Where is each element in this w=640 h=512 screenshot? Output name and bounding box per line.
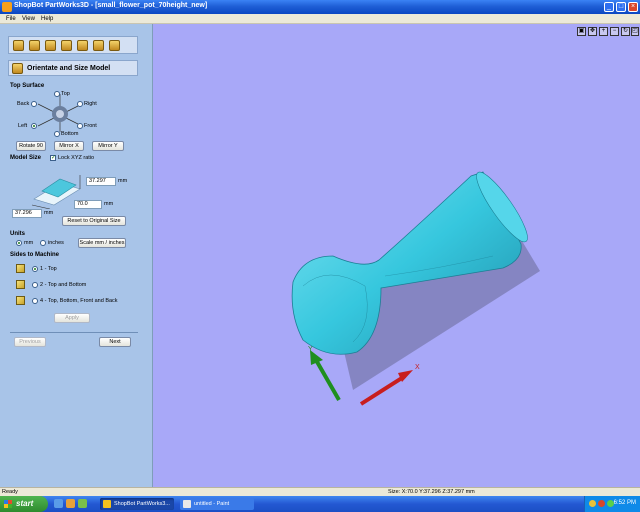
size-x-input[interactable]: 70.0	[74, 200, 102, 209]
paint-task-icon	[183, 500, 191, 508]
apply-button[interactable]: Apply	[54, 313, 90, 323]
top-surface-left-label: Left	[18, 123, 28, 129]
sides-4-radio[interactable]	[32, 298, 38, 304]
save-toolpath-icon[interactable]	[109, 40, 120, 51]
orientate-step-icon	[12, 63, 23, 74]
menu-view[interactable]: View	[22, 16, 35, 22]
reset-original-size-button[interactable]: Reset to Original Size	[62, 216, 126, 226]
quicklaunch-media-icon[interactable]	[66, 499, 75, 508]
status-size: Size: X:70.0 Y:37.296 Z:37.297 mm	[388, 489, 475, 495]
units-inches-label: inches	[48, 240, 64, 246]
orientate-icon[interactable]	[29, 40, 40, 51]
next-button[interactable]: Next	[99, 337, 131, 347]
sides-2-label: 2 - Top and Bottom	[40, 282, 87, 288]
start-button[interactable]: start	[0, 496, 48, 512]
y-axis-arrow	[314, 359, 341, 401]
sides-1-radio[interactable]	[32, 266, 38, 272]
top-surface-front-radio[interactable]	[77, 123, 83, 129]
roughing-icon[interactable]	[61, 40, 72, 51]
units-heading: Units	[10, 231, 25, 237]
top-surface-top-label: Top	[61, 91, 70, 97]
sides-1-label: 1 - Top	[40, 266, 57, 272]
menu-help[interactable]: Help	[41, 16, 53, 22]
lock-xyz-checkbox[interactable]: ✓	[50, 155, 56, 161]
y-axis-label: Y	[308, 346, 313, 353]
size-x-unit: mm	[104, 201, 114, 207]
mirror-y-button[interactable]: Mirror Y	[92, 141, 124, 151]
status-bar: Ready Size: X:70.0 Y:37.296 Z:37.297 mm	[0, 487, 640, 496]
sides-heading: Sides to Machine	[10, 252, 60, 258]
previous-button[interactable]: Previous	[14, 337, 46, 347]
app-icon	[2, 2, 12, 12]
quicklaunch-desktop-icon[interactable]	[78, 499, 87, 508]
top-surface-right-label: Right	[84, 101, 97, 107]
top-surface-bottom-radio[interactable]	[54, 131, 60, 137]
left-panel: Orientate and Size Model Top Surface Top…	[0, 24, 153, 487]
rotate-90-button[interactable]: Rotate 90	[16, 141, 46, 151]
step-title: Orientate and Size Model	[27, 65, 111, 72]
size-z-input[interactable]: 37.297	[86, 177, 116, 186]
one-side-cube-icon	[16, 264, 25, 273]
close-button[interactable]: ×	[628, 2, 638, 12]
units-mm-radio[interactable]	[16, 240, 22, 246]
top-surface-right-radio[interactable]	[77, 101, 83, 107]
units-mm-label: mm	[24, 240, 34, 246]
x-axis-label: X	[415, 364, 420, 371]
title-bar: ShopBot PartWorks3D - [small_flower_pot_…	[0, 0, 640, 14]
start-label: start	[16, 499, 34, 508]
quicklaunch-browser-icon[interactable]	[54, 499, 63, 508]
menu-file[interactable]: File	[6, 16, 16, 22]
top-surface-back-label: Back	[17, 101, 30, 107]
partworks-task-icon	[103, 500, 111, 508]
two-sides-cube-icon	[16, 280, 25, 289]
scale-mm-inches-button[interactable]: Scale mm / inches	[78, 238, 126, 248]
menu-bar: File View Help	[0, 14, 640, 24]
maximize-button[interactable]: □	[616, 2, 626, 12]
taskbar-item-partworks[interactable]: ShopBot PartWorks3...	[100, 498, 174, 510]
size-y-unit: mm	[44, 210, 54, 216]
model-scene	[291, 171, 540, 406]
step-header: Orientate and Size Model	[8, 60, 138, 76]
tray-clock: 6:52 PM	[613, 500, 636, 506]
sides-4-label: 4 - Top, Bottom, Front and Back	[40, 298, 118, 304]
step-toolbar	[8, 36, 138, 54]
four-sides-cube-icon	[16, 296, 25, 305]
lock-xyz-label: Lock XYZ ratio	[58, 155, 95, 161]
taskbar-item-paint-label: untitled - Paint	[194, 501, 230, 507]
taskbar-item-paint[interactable]: untitled - Paint	[180, 498, 254, 510]
top-surface-heading: Top Surface	[10, 83, 45, 89]
3d-viewport[interactable]: ▣ ✥ + − ↻ ◰ Y X	[153, 24, 640, 487]
size-y-input[interactable]: 37.296	[12, 209, 42, 218]
tray-icon-1[interactable]	[589, 500, 596, 507]
top-surface-left-radio[interactable]	[31, 123, 37, 129]
taskbar-item-partworks-label: ShopBot PartWorks3...	[114, 501, 170, 507]
top-surface-front-label: Front	[84, 123, 97, 129]
window-title: ShopBot PartWorks3D - [small_flower_pot_…	[14, 2, 208, 9]
tray-icon-2[interactable]	[598, 500, 605, 507]
system-tray: 6:52 PM	[584, 496, 640, 512]
cutout-icon[interactable]	[93, 40, 104, 51]
taskbar: start ShopBot PartWorks3... untitled - P…	[0, 496, 640, 512]
panel-divider	[10, 332, 138, 333]
windows-flag-icon	[4, 500, 12, 508]
model-size-heading: Model Size	[10, 155, 42, 161]
open-model-icon[interactable]	[13, 40, 24, 51]
finishing-icon[interactable]	[77, 40, 88, 51]
status-text: Ready	[2, 489, 18, 495]
sides-2-radio[interactable]	[32, 282, 38, 288]
top-surface-top-radio[interactable]	[54, 91, 60, 97]
mirror-x-button[interactable]: Mirror X	[54, 141, 84, 151]
top-surface-back-radio[interactable]	[31, 101, 37, 107]
top-surface-bottom-label: Bottom	[61, 131, 79, 137]
units-inches-radio[interactable]	[40, 240, 46, 246]
size-z-unit: mm	[118, 178, 128, 184]
minimize-button[interactable]: _	[604, 2, 614, 12]
material-icon[interactable]	[45, 40, 56, 51]
